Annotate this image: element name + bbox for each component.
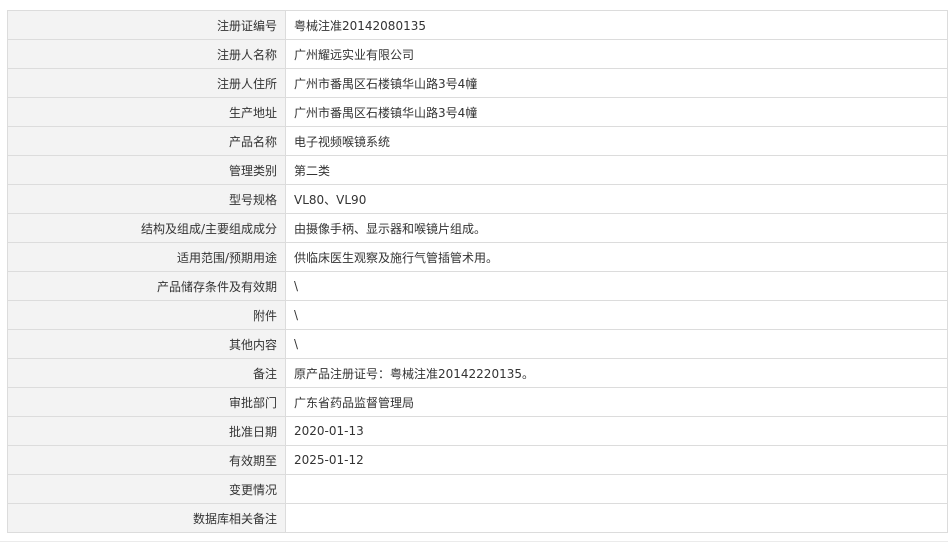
field-label: 变更情况 (7, 474, 286, 504)
field-value: \ (285, 329, 948, 359)
field-label: 适用范围/预期用途 (7, 242, 286, 272)
field-value: \ (285, 271, 948, 301)
table-row-registrant-name: 注册人名称 广州耀远实业有限公司 (7, 39, 948, 69)
field-value: 粤械注准20142080135 (285, 10, 948, 40)
table-row-registrant-address: 注册人住所 广州市番禺区石楼镇华山路3号4幢 (7, 68, 948, 98)
field-value: 电子视频喉镜系统 (285, 126, 948, 156)
field-label: 数据库相关备注 (7, 503, 286, 533)
field-value: \ (285, 300, 948, 330)
table-row-valid-until: 有效期至 2025-01-12 (7, 445, 948, 475)
field-value: 供临床医生观察及施行气管插管术用。 (285, 242, 948, 272)
field-value: 广州市番禺区石楼镇华山路3号4幢 (285, 97, 948, 127)
field-label: 管理类别 (7, 155, 286, 185)
field-value: 原产品注册证号：粤械注准20142220135。 (285, 358, 948, 388)
table-row-model-spec: 型号规格 VL80、VL90 (7, 184, 948, 214)
table-row-approval-date: 批准日期 2020-01-13 (7, 416, 948, 446)
table-row-other-content: 其他内容 \ (7, 329, 948, 359)
bottom-divider (0, 541, 948, 542)
field-label: 生产地址 (7, 97, 286, 127)
table-row-attachments: 附件 \ (7, 300, 948, 330)
field-value: 2025-01-12 (285, 445, 948, 475)
field-label: 型号规格 (7, 184, 286, 214)
field-label: 产品储存条件及有效期 (7, 271, 286, 301)
field-value: 由摄像手柄、显示器和喉镜片组成。 (285, 213, 948, 243)
field-label: 其他内容 (7, 329, 286, 359)
field-value: 第二类 (285, 155, 948, 185)
table-row-registration-number: 注册证编号 粤械注准20142080135 (7, 10, 948, 40)
field-label: 备注 (7, 358, 286, 388)
table-row-management-class: 管理类别 第二类 (7, 155, 948, 185)
table-row-change-status: 变更情况 (7, 474, 948, 504)
field-value (285, 503, 948, 533)
table-row-approval-department: 审批部门 广东省药品监督管理局 (7, 387, 948, 417)
field-value: 2020-01-13 (285, 416, 948, 446)
field-label: 批准日期 (7, 416, 286, 446)
field-value: 广州市番禺区石楼镇华山路3号4幢 (285, 68, 948, 98)
field-label: 审批部门 (7, 387, 286, 417)
table-row-structure-composition: 结构及组成/主要组成成分 由摄像手柄、显示器和喉镜片组成。 (7, 213, 948, 243)
field-label: 注册证编号 (7, 10, 286, 40)
table-row-intended-use: 适用范围/预期用途 供临床医生观察及施行气管插管术用。 (7, 242, 948, 272)
field-value: VL80、VL90 (285, 184, 948, 214)
table-row-production-address: 生产地址 广州市番禺区石楼镇华山路3号4幢 (7, 97, 948, 127)
field-label: 注册人住所 (7, 68, 286, 98)
table-row-storage-validity: 产品储存条件及有效期 \ (7, 271, 948, 301)
field-label: 结构及组成/主要组成成分 (7, 213, 286, 243)
field-label: 附件 (7, 300, 286, 330)
field-value: 广东省药品监督管理局 (285, 387, 948, 417)
field-value (285, 474, 948, 504)
registration-detail-panel: 注册证编号 粤械注准20142080135 注册人名称 广州耀远实业有限公司 注… (7, 10, 948, 533)
table-row-product-name: 产品名称 电子视频喉镜系统 (7, 126, 948, 156)
field-value: 广州耀远实业有限公司 (285, 39, 948, 69)
field-label: 产品名称 (7, 126, 286, 156)
table-row-database-notes: 数据库相关备注 (7, 503, 948, 533)
registration-info-table: 注册证编号 粤械注准20142080135 注册人名称 广州耀远实业有限公司 注… (7, 10, 948, 533)
field-label: 注册人名称 (7, 39, 286, 69)
field-label: 有效期至 (7, 445, 286, 475)
table-row-remarks: 备注 原产品注册证号：粤械注准20142220135。 (7, 358, 948, 388)
